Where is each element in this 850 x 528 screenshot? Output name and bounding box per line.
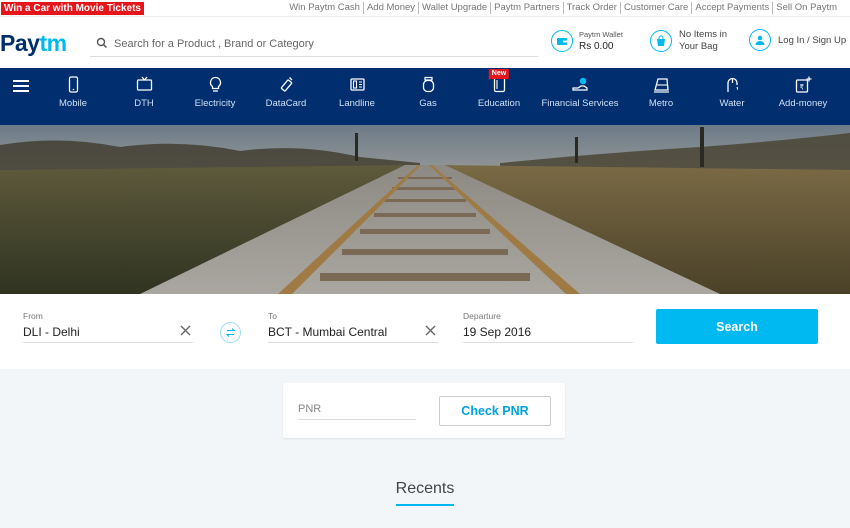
promo-banner-link[interactable]: Win a Car with Movie Tickets <box>1 2 144 15</box>
top-link-win-paytm-cash[interactable]: Win Paytm Cash <box>286 2 363 14</box>
recents-title[interactable]: Recents <box>395 480 455 506</box>
to-value: BCT - Mumbai Central <box>268 325 388 339</box>
new-badge: New <box>488 69 510 79</box>
nav-item-electricity[interactable]: Electricity <box>175 76 255 109</box>
water-icon <box>726 77 738 92</box>
nav-item-financial-services[interactable]: Financial Services <box>540 76 620 109</box>
bulb-icon <box>209 76 221 92</box>
svg-text:₹: ₹ <box>799 84 804 92</box>
gas-icon <box>422 76 434 93</box>
wallet-amount: Rs 0.00 <box>579 41 614 52</box>
search-icon <box>96 37 108 49</box>
landline-icon <box>349 78 365 91</box>
hamburger-menu-icon[interactable] <box>13 80 29 94</box>
search-trains-button[interactable]: Search <box>656 309 818 344</box>
datacard-icon <box>280 77 292 92</box>
login-label: Log In / Sign Up <box>778 34 847 46</box>
top-link-add-money[interactable]: Add Money <box>362 2 418 14</box>
wallet-icon <box>551 30 573 52</box>
nav-item-education[interactable]: New Education <box>459 69 539 109</box>
departure-value: 19 Sep 2016 <box>463 325 532 339</box>
clear-to-icon[interactable] <box>425 325 436 336</box>
from-field[interactable]: From DLI - Delhi <box>23 311 193 343</box>
bag-line-1: No Items in <box>679 29 728 40</box>
nav-item-dth[interactable]: DTH <box>104 76 184 109</box>
nav-item-metro[interactable]: Metro <box>621 76 701 109</box>
swap-stations-button[interactable] <box>220 322 241 343</box>
nav-item-gas[interactable]: Gas <box>388 76 468 109</box>
header: Paytm Paytm Wallet Rs 0.00 No Items in Y… <box>0 17 850 68</box>
top-link-accept-payments[interactable]: Accept Payments <box>691 2 772 14</box>
from-value: DLI - Delhi <box>23 325 80 339</box>
top-link-track-order[interactable]: Track Order <box>562 2 620 14</box>
nav-item-mobile[interactable]: Mobile <box>33 76 113 109</box>
wallet-label: Paytm Wallet <box>579 30 623 39</box>
top-link-paytm-partners[interactable]: Paytm Partners <box>490 2 562 14</box>
user-icon <box>749 29 771 51</box>
mobile-icon <box>68 76 78 93</box>
financial-icon <box>571 77 588 91</box>
paytm-logo[interactable]: Paytm <box>0 30 67 56</box>
wallet-button[interactable]: Paytm Wallet Rs 0.00 <box>551 29 623 53</box>
login-button[interactable]: Log In / Sign Up <box>749 29 846 51</box>
bag-icon <box>650 30 672 52</box>
recents-section: Recents <box>0 480 850 506</box>
search-input[interactable] <box>114 33 524 55</box>
tv-icon <box>136 76 152 91</box>
bag-button[interactable]: No Items in Your Bag <box>650 29 727 53</box>
nav-item-datacard[interactable]: DataCard <box>246 76 326 109</box>
nav-item-landline[interactable]: Landline <box>317 76 397 109</box>
nav-item-water[interactable]: Water <box>692 76 772 109</box>
top-link-customer-care[interactable]: Customer Care <box>619 2 691 14</box>
nav-item-add-money[interactable]: ₹ Add-money <box>763 76 843 109</box>
bag-line-2: Your Bag <box>679 41 718 52</box>
category-nav: Mobile DTH Electricity DataCard Landline… <box>0 68 850 125</box>
top-links: Win Paytm Cash Add Money Wallet Upgrade … <box>286 2 840 14</box>
metro-icon <box>653 78 669 93</box>
to-field[interactable]: To BCT - Mumbai Central <box>268 311 438 343</box>
top-link-sell-on-paytm[interactable]: Sell On Paytm <box>772 2 840 14</box>
top-strip: Win a Car with Movie Tickets Win Paytm C… <box>0 0 850 17</box>
clear-from-icon[interactable] <box>180 325 191 336</box>
top-link-wallet-upgrade[interactable]: Wallet Upgrade <box>418 2 490 14</box>
add-money-icon: ₹ <box>795 76 811 93</box>
departure-date-field[interactable]: Departure 19 Sep 2016 <box>463 311 633 343</box>
swap-arrows-icon <box>225 328 236 337</box>
hero-banner-railway-track <box>0 125 850 294</box>
pnr-status-card: Check PNR <box>283 383 565 438</box>
search-bar <box>90 31 538 57</box>
pnr-input[interactable] <box>298 398 416 420</box>
train-search-form: From DLI - Delhi To BCT - Mumbai Central… <box>0 294 850 369</box>
check-pnr-button[interactable]: Check PNR <box>439 396 551 426</box>
